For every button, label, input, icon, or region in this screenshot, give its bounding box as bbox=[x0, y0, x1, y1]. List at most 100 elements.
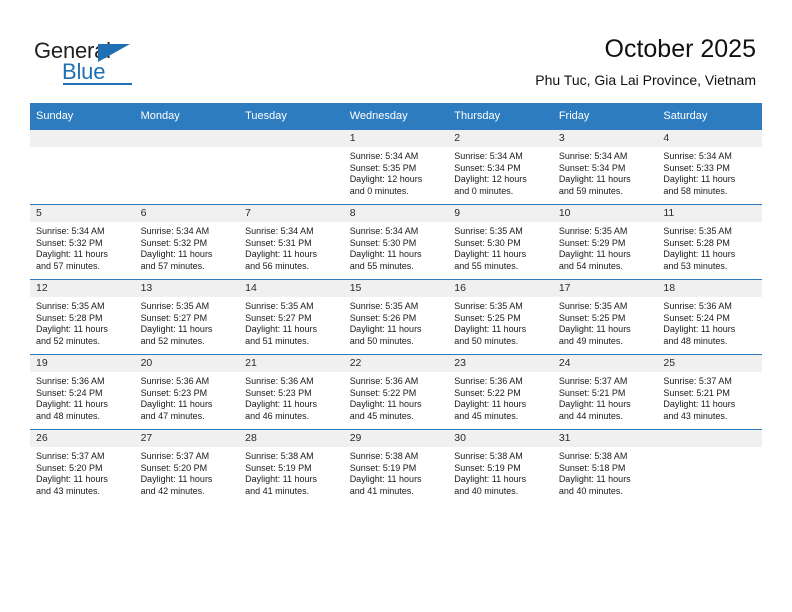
day-cell[interactable]: 21 Sunrise: 5:36 AM Sunset: 5:23 PM Dayl… bbox=[239, 354, 344, 430]
daylight-text-line1: Daylight: 11 hours bbox=[663, 399, 736, 409]
sunrise-text: Sunrise: 5:37 AM bbox=[36, 451, 105, 461]
sunrise-text: Sunrise: 5:37 AM bbox=[140, 451, 210, 461]
day-cell[interactable]: 13 Sunrise: 5:35 AM Sunset: 5:27 PM Dayl… bbox=[134, 279, 240, 355]
sunrise-text: Sunrise: 5:36 AM bbox=[140, 376, 210, 386]
day-cell[interactable]: 29 Sunrise: 5:38 AM Sunset: 5:19 PM Dayl… bbox=[343, 429, 449, 504]
daylight-text-line1: Daylight: 12 hours bbox=[454, 174, 527, 184]
day-cell[interactable]: 25 Sunrise: 5:37 AM Sunset: 5:21 PM Dayl… bbox=[657, 354, 762, 430]
daylight-text-line1: Daylight: 11 hours bbox=[558, 324, 631, 334]
day-cell[interactable]: 20 Sunrise: 5:36 AM Sunset: 5:23 PM Dayl… bbox=[134, 354, 240, 430]
day-details: Sunrise: 5:35 AM Sunset: 5:28 PM Dayligh… bbox=[30, 297, 135, 347]
daylight-text-line2: and 53 minutes. bbox=[663, 260, 728, 271]
day-details: Sunrise: 5:34 AM Sunset: 5:33 PM Dayligh… bbox=[657, 147, 762, 197]
day-cell[interactable]: 28 Sunrise: 5:38 AM Sunset: 5:19 PM Dayl… bbox=[239, 429, 344, 504]
day-cell[interactable]: 17 Sunrise: 5:35 AM Sunset: 5:25 PM Dayl… bbox=[552, 279, 658, 355]
day-number: 6 bbox=[134, 205, 240, 222]
day-details: Sunrise: 5:35 AM Sunset: 5:25 PM Dayligh… bbox=[553, 297, 658, 347]
day-details bbox=[30, 147, 135, 151]
day-cell[interactable]: 10 Sunrise: 5:35 AM Sunset: 5:29 PM Dayl… bbox=[552, 204, 658, 280]
day-cell[interactable]: 23 Sunrise: 5:36 AM Sunset: 5:22 PM Dayl… bbox=[448, 354, 553, 430]
daylight-text-line1: Daylight: 11 hours bbox=[349, 474, 422, 484]
day-cell[interactable]: 18 Sunrise: 5:36 AM Sunset: 5:24 PM Dayl… bbox=[657, 279, 762, 355]
day-cell[interactable]: 3 Sunrise: 5:34 AM Sunset: 5:34 PM Dayli… bbox=[552, 129, 658, 205]
sunrise-text: Sunrise: 5:38 AM bbox=[558, 451, 628, 461]
page-subtitle: Phu Tuc, Gia Lai Province, Vietnam bbox=[535, 72, 756, 88]
day-cell[interactable]: 26 Sunrise: 5:37 AM Sunset: 5:20 PM Dayl… bbox=[30, 429, 135, 504]
sunrise-text: Sunrise: 5:34 AM bbox=[454, 151, 523, 161]
daylight-text-line2: and 40 minutes. bbox=[454, 485, 519, 496]
day-number: 21 bbox=[239, 355, 344, 372]
daylight-text-line2: and 42 minutes. bbox=[140, 485, 205, 496]
sunrise-text: Sunrise: 5:35 AM bbox=[454, 301, 523, 311]
day-details: Sunrise: 5:35 AM Sunset: 5:27 PM Dayligh… bbox=[135, 297, 240, 347]
day-details: Sunrise: 5:35 AM Sunset: 5:29 PM Dayligh… bbox=[553, 222, 658, 272]
sunrise-text: Sunrise: 5:34 AM bbox=[663, 151, 732, 161]
day-number: 9 bbox=[448, 205, 553, 222]
weekday-header-monday: Monday bbox=[134, 103, 240, 130]
sunrise-text: Sunrise: 5:35 AM bbox=[140, 301, 210, 311]
sunrise-text: Sunrise: 5:35 AM bbox=[558, 226, 628, 236]
day-details: Sunrise: 5:35 AM Sunset: 5:27 PM Dayligh… bbox=[239, 297, 344, 347]
day-details: Sunrise: 5:38 AM Sunset: 5:19 PM Dayligh… bbox=[344, 447, 449, 497]
day-details bbox=[239, 147, 344, 151]
day-cell[interactable]: 4 Sunrise: 5:34 AM Sunset: 5:33 PM Dayli… bbox=[657, 129, 762, 205]
page-title: October 2025 bbox=[604, 35, 757, 63]
sunset-text: Sunset: 5:30 PM bbox=[349, 237, 417, 248]
day-cell[interactable]: 5 Sunrise: 5:34 AM Sunset: 5:32 PM Dayli… bbox=[30, 204, 135, 280]
day-cell[interactable]: 27 Sunrise: 5:37 AM Sunset: 5:20 PM Dayl… bbox=[134, 429, 240, 504]
day-number: 11 bbox=[657, 205, 762, 222]
weekday-header-thursday: Thursday bbox=[448, 103, 553, 130]
day-cell bbox=[239, 129, 344, 205]
daylight-text-line2: and 50 minutes. bbox=[349, 335, 414, 346]
day-cell[interactable]: 24 Sunrise: 5:37 AM Sunset: 5:21 PM Dayl… bbox=[552, 354, 658, 430]
sunset-text: Sunset: 5:32 PM bbox=[36, 237, 103, 248]
day-cell[interactable]: 8 Sunrise: 5:34 AM Sunset: 5:30 PM Dayli… bbox=[343, 204, 449, 280]
day-cell[interactable]: 1 Sunrise: 5:34 AM Sunset: 5:35 PM Dayli… bbox=[343, 129, 449, 205]
sunset-text: Sunset: 5:34 PM bbox=[558, 162, 626, 173]
daylight-text-line1: Daylight: 11 hours bbox=[349, 324, 422, 334]
day-cell[interactable]: 16 Sunrise: 5:35 AM Sunset: 5:25 PM Dayl… bbox=[448, 279, 553, 355]
day-cell[interactable]: 6 Sunrise: 5:34 AM Sunset: 5:32 PM Dayli… bbox=[134, 204, 240, 280]
day-number bbox=[30, 130, 135, 147]
daylight-text-line2: and 48 minutes. bbox=[663, 335, 728, 346]
daylight-text-line1: Daylight: 11 hours bbox=[245, 399, 317, 409]
daylight-text-line2: and 45 minutes. bbox=[349, 410, 414, 421]
daylight-text-line1: Daylight: 11 hours bbox=[558, 249, 631, 259]
sunrise-text: Sunrise: 5:35 AM bbox=[663, 226, 732, 236]
day-cell[interactable]: 9 Sunrise: 5:35 AM Sunset: 5:30 PM Dayli… bbox=[448, 204, 553, 280]
daylight-text-line1: Daylight: 11 hours bbox=[140, 324, 213, 334]
day-number: 3 bbox=[552, 130, 658, 147]
day-number: 28 bbox=[239, 430, 344, 447]
sunset-text: Sunset: 5:21 PM bbox=[558, 387, 626, 398]
day-cell[interactable]: 11 Sunrise: 5:35 AM Sunset: 5:28 PM Dayl… bbox=[657, 204, 762, 280]
daylight-text-line2: and 57 minutes. bbox=[36, 260, 101, 271]
daylight-text-line2: and 49 minutes. bbox=[558, 335, 623, 346]
sunrise-text: Sunrise: 5:35 AM bbox=[558, 301, 628, 311]
day-details: Sunrise: 5:37 AM Sunset: 5:20 PM Dayligh… bbox=[30, 447, 135, 497]
day-cell[interactable]: 14 Sunrise: 5:35 AM Sunset: 5:27 PM Dayl… bbox=[239, 279, 344, 355]
day-details: Sunrise: 5:35 AM Sunset: 5:28 PM Dayligh… bbox=[657, 222, 762, 272]
daylight-text-line1: Daylight: 11 hours bbox=[558, 474, 631, 484]
calendar-week-row: 5 Sunrise: 5:34 AM Sunset: 5:32 PM Dayli… bbox=[30, 204, 762, 280]
day-cell[interactable]: 12 Sunrise: 5:35 AM Sunset: 5:28 PM Dayl… bbox=[30, 279, 135, 355]
day-cell[interactable]: 22 Sunrise: 5:36 AM Sunset: 5:22 PM Dayl… bbox=[343, 354, 449, 430]
daylight-text-line1: Daylight: 11 hours bbox=[663, 174, 736, 184]
day-cell[interactable]: 31 Sunrise: 5:38 AM Sunset: 5:18 PM Dayl… bbox=[552, 429, 658, 504]
day-cell[interactable]: 30 Sunrise: 5:38 AM Sunset: 5:19 PM Dayl… bbox=[448, 429, 553, 504]
day-number: 23 bbox=[448, 355, 553, 372]
day-cell[interactable]: 19 Sunrise: 5:36 AM Sunset: 5:24 PM Dayl… bbox=[30, 354, 135, 430]
sunset-text: Sunset: 5:24 PM bbox=[663, 312, 730, 323]
day-cell[interactable]: 7 Sunrise: 5:34 AM Sunset: 5:31 PM Dayli… bbox=[239, 204, 344, 280]
day-cell[interactable]: 15 Sunrise: 5:35 AM Sunset: 5:26 PM Dayl… bbox=[343, 279, 449, 355]
day-number bbox=[134, 130, 240, 147]
logo-text-blue: Blue bbox=[62, 59, 106, 84]
sunset-text: Sunset: 5:29 PM bbox=[558, 237, 626, 248]
day-cell[interactable]: 2 Sunrise: 5:34 AM Sunset: 5:34 PM Dayli… bbox=[448, 129, 553, 205]
day-number: 7 bbox=[239, 205, 344, 222]
day-details: Sunrise: 5:37 AM Sunset: 5:21 PM Dayligh… bbox=[553, 372, 658, 422]
sunset-text: Sunset: 5:19 PM bbox=[245, 462, 312, 473]
daylight-text-line1: Daylight: 11 hours bbox=[558, 399, 631, 409]
daylight-text-line1: Daylight: 11 hours bbox=[36, 324, 108, 334]
day-number: 22 bbox=[343, 355, 449, 372]
day-details: Sunrise: 5:34 AM Sunset: 5:34 PM Dayligh… bbox=[553, 147, 658, 197]
